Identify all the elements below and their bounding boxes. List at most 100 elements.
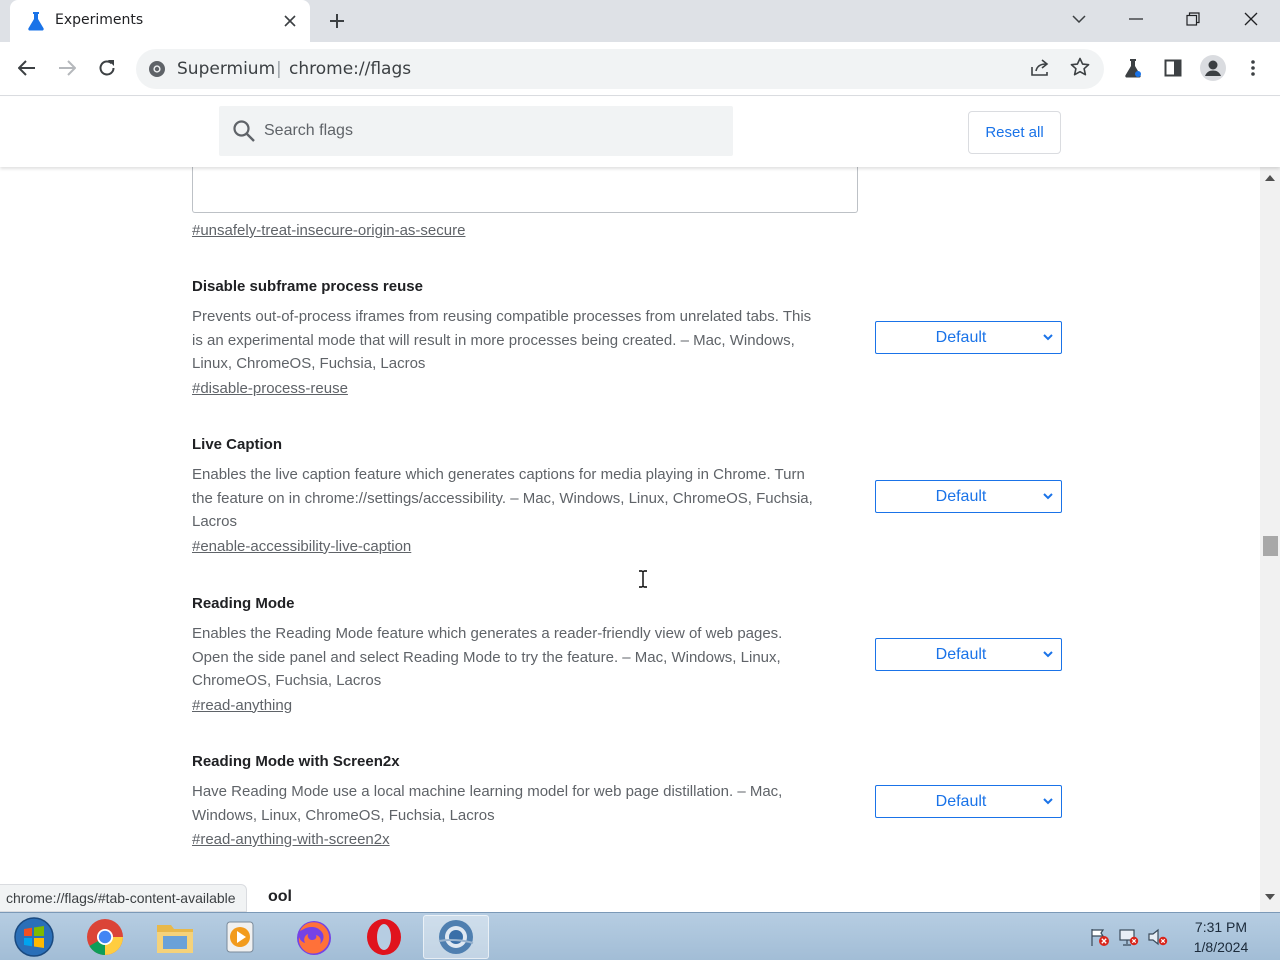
scroll-down-arrow-icon[interactable] — [1265, 894, 1275, 901]
select-value: Default — [935, 329, 987, 346]
taskbar-media-player[interactable] — [211, 915, 271, 959]
experiment-tag-link[interactable]: #enable-accessibility-live-caption — [192, 538, 411, 555]
minimize-icon[interactable] — [1111, 0, 1161, 38]
tab-strip: Experiments — [0, 0, 1280, 42]
menu-kebab-icon[interactable] — [1237, 52, 1269, 84]
close-window-icon[interactable] — [1226, 0, 1276, 38]
tab-experiments[interactable]: Experiments — [10, 0, 310, 42]
taskbar: 7:31 PM 1/8/2024 — [0, 912, 1280, 960]
tab-title: Experiments — [55, 12, 144, 28]
taskbar-file-explorer[interactable] — [145, 915, 205, 959]
description-line: Lacros — [192, 513, 238, 530]
side-panel-icon[interactable] — [1157, 52, 1189, 84]
close-tab-icon[interactable] — [278, 9, 302, 33]
tab-search-chevron-icon[interactable] — [1054, 0, 1104, 38]
reset-all-button[interactable]: Reset all — [968, 111, 1061, 154]
chrome-icon — [87, 919, 123, 955]
system-clock[interactable]: 7:31 PM 1/8/2024 — [1176, 917, 1266, 957]
action-center-flag-icon[interactable] — [1089, 927, 1111, 947]
description-line: Prevents out-of-process iframes from reu… — [192, 308, 812, 325]
description-line: Enables the live caption feature which g… — [192, 466, 805, 483]
volume-muted-icon[interactable] — [1147, 927, 1169, 947]
back-icon[interactable] — [11, 52, 43, 84]
reload-icon[interactable] — [91, 52, 123, 84]
description-line: the feature on in chrome://settings/acce… — [192, 489, 813, 507]
restore-icon[interactable] — [1168, 0, 1218, 38]
experiment-name: Reading Mode with Screen2x — [192, 753, 400, 770]
toolbar: Supermium | chrome://flags — [0, 42, 1280, 96]
experiment-reading-mode: Reading Mode Enables the Reading Mode fe… — [192, 595, 862, 714]
clock-date: 1/8/2024 — [1193, 939, 1249, 955]
flags-header: Reset all — [0, 97, 1280, 167]
experiment-description: Have Reading Mode use a local machine le… — [192, 780, 862, 827]
origins-textarea[interactable] — [192, 167, 858, 213]
site-name: Supermium — [177, 59, 276, 79]
description-line: Open the side panel and select Reading M… — [192, 648, 781, 666]
taskbar-supermium[interactable] — [423, 915, 489, 959]
taskbar-firefox[interactable] — [284, 915, 344, 959]
profile-avatar-icon[interactable] — [1197, 52, 1229, 84]
scroll-up-arrow-icon[interactable] — [1265, 174, 1275, 181]
description-line: Enables the Reading Mode feature which g… — [192, 625, 783, 642]
description-line: Windows, Linux, ChromeOS, Fuchsia, Lacro… — [192, 806, 495, 824]
opera-icon — [367, 919, 401, 955]
chevron-down-icon — [1043, 493, 1053, 500]
experiment-tag-link[interactable]: #read-anything-with-screen2x — [192, 831, 390, 848]
flag-link[interactable]: #unsafely-treat-insecure-origin-as-secur… — [192, 222, 465, 239]
experiment-name-partial: ool — [268, 888, 292, 905]
chevron-down-icon — [1043, 651, 1053, 658]
select-value: Default — [935, 793, 987, 810]
new-tab-icon[interactable] — [323, 7, 351, 35]
taskbar-opera[interactable] — [354, 915, 414, 959]
taskbar-chrome[interactable] — [75, 915, 135, 959]
description-line: Have Reading Mode use a local machine le… — [192, 783, 783, 800]
experiment-select[interactable]: Default — [875, 785, 1062, 818]
clock-time: 7:31 PM — [1194, 919, 1248, 935]
experiment-tag-link[interactable]: #disable-process-reuse — [192, 380, 348, 397]
chevron-down-icon — [1043, 334, 1053, 341]
folder-icon — [157, 925, 193, 953]
firefox-icon — [297, 921, 331, 955]
supermium-icon — [438, 920, 474, 954]
url-text[interactable]: chrome://flags — [289, 59, 411, 79]
experiment-name: Reading Mode — [192, 595, 295, 612]
bookmark-star-icon[interactable] — [1070, 57, 1090, 77]
windows-start-icon — [14, 917, 54, 957]
search-flags-input[interactable] — [264, 119, 704, 143]
experiment-description: Prevents out-of-process iframes from reu… — [192, 305, 862, 376]
description-line: ChromeOS, Fuchsia, Lacros — [192, 672, 382, 689]
description-line: Linux, ChromeOS, Fuchsia, Lacros — [192, 355, 426, 372]
forward-icon[interactable] — [51, 52, 83, 84]
experiment-reading-mode-screen2x: Reading Mode with Screen2x Have Reading … — [192, 753, 862, 848]
share-icon[interactable] — [1030, 58, 1050, 78]
media-player-icon — [226, 921, 254, 953]
experiments-flask-icon[interactable] — [1117, 52, 1149, 84]
status-bubble: chrome://flags/#tab-content-available — [0, 884, 247, 912]
search-icon — [233, 120, 255, 142]
experiment-select[interactable]: Default — [875, 321, 1062, 354]
experiment-select[interactable]: Default — [875, 480, 1062, 513]
experiments-list: #unsafely-treat-insecure-origin-as-secur… — [0, 167, 1260, 912]
start-button[interactable] — [4, 915, 64, 959]
page-scrollbar[interactable] — [1260, 167, 1280, 912]
text-cursor-icon — [639, 570, 647, 588]
search-box[interactable] — [219, 106, 733, 156]
flask-icon — [28, 12, 44, 31]
experiment-name: Live Caption — [192, 436, 283, 453]
experiment-name: Disable subframe process reuse — [192, 278, 423, 295]
experiment-select[interactable]: Default — [875, 638, 1062, 671]
select-value: Default — [935, 646, 987, 663]
experiment-description: Enables the Reading Mode feature which g… — [192, 622, 862, 693]
experiment-disable-process-reuse: Disable subframe process reuse Prevents … — [192, 278, 862, 397]
scrollbar-thumb[interactable] — [1263, 536, 1278, 556]
select-value: Default — [935, 488, 987, 505]
url-separator: | — [276, 59, 282, 79]
experiment-description: Enables the live caption feature which g… — [192, 463, 862, 534]
chevron-down-icon — [1043, 798, 1053, 805]
site-info-icon[interactable] — [148, 60, 166, 78]
experiment-live-caption: Live Caption Enables the live caption fe… — [192, 436, 862, 555]
network-icon[interactable] — [1118, 927, 1140, 947]
description-line: is an experimental mode that will result… — [192, 331, 795, 349]
address-bar[interactable]: Supermium | chrome://flags — [136, 49, 1104, 89]
experiment-tag-link[interactable]: #read-anything — [192, 697, 292, 714]
